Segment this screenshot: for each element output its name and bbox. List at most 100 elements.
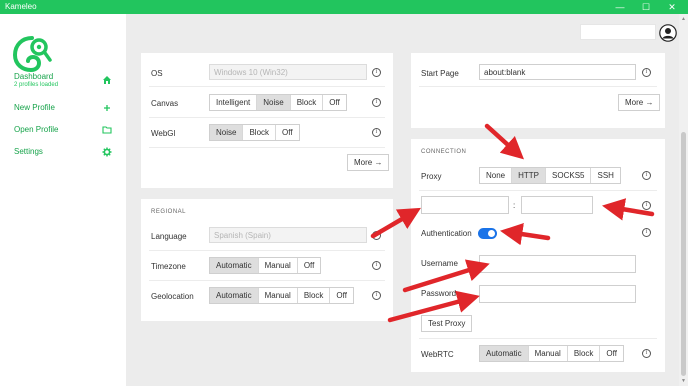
test-proxy-button[interactable]: Test Proxy — [421, 315, 473, 332]
info-icon[interactable]: i — [372, 128, 381, 137]
sidebar-item-dashboard[interactable]: Dashboard 2 profiles loaded — [0, 72, 126, 92]
scroll-down-icon[interactable]: ▼ — [680, 378, 687, 385]
authentication-label: Authentication — [421, 229, 472, 238]
divider — [149, 147, 385, 148]
sidebar: Dashboard 2 profiles loaded New Profile … — [0, 14, 126, 386]
sidebar-item-new-profile[interactable]: New Profile — [0, 103, 126, 123]
regional-section-title: REGIONAL — [151, 209, 187, 215]
username-label: Username — [421, 259, 458, 268]
info-icon[interactable]: i — [642, 228, 651, 237]
os-field: Windows 10 (Win32) — [209, 64, 367, 80]
more-label: More — [625, 98, 644, 107]
scroll-up-icon[interactable]: ▲ — [680, 16, 687, 23]
start-page-field[interactable]: about:blank — [479, 64, 636, 80]
proxy-option-none[interactable]: None — [480, 168, 513, 183]
profile-search-input[interactable] — [580, 24, 656, 40]
regional-card: REGIONAL Language Spanish (Spain) i Time… — [141, 199, 393, 321]
divider — [419, 338, 657, 339]
info-icon[interactable]: i — [372, 68, 381, 77]
info-icon[interactable]: i — [642, 171, 651, 180]
canvas-segmented-control: Intelligent Noise Block Off — [209, 94, 347, 111]
timezone-option-off[interactable]: Off — [298, 258, 321, 273]
profiles-count: 2 profiles loaded — [14, 82, 59, 88]
start-page-card: Start Page about:blank i More → — [411, 53, 665, 128]
webrtc-option-block[interactable]: Block — [568, 346, 601, 361]
language-label: Language — [151, 232, 187, 241]
timezone-option-manual[interactable]: Manual — [259, 258, 298, 273]
kameleo-logo-icon — [12, 36, 52, 73]
info-icon[interactable]: i — [642, 349, 651, 358]
user-avatar-icon[interactable] — [659, 24, 677, 42]
start-page-label: Start Page — [421, 69, 459, 78]
info-icon[interactable]: i — [372, 261, 381, 270]
window-title: Kameleo — [5, 2, 37, 11]
webgl-option-off[interactable]: Off — [276, 125, 299, 140]
proxy-option-http[interactable]: HTTP — [512, 168, 547, 183]
proxy-label: Proxy — [421, 172, 442, 181]
geolocation-option-block[interactable]: Block — [298, 288, 331, 303]
title-bar: Kameleo — ☐ ✕ — [0, 0, 688, 14]
scrollbar[interactable]: ▲ ▼ — [679, 14, 688, 386]
os-label: OS — [151, 69, 163, 78]
canvas-label: Canvas — [151, 99, 179, 108]
password-input[interactable] — [479, 285, 636, 303]
proxy-option-socks5[interactable]: SOCKS5 — [546, 168, 592, 183]
more-button[interactable]: More → — [347, 154, 390, 171]
proxy-segmented-control: None HTTP SOCKS5 SSH — [479, 167, 621, 184]
canvas-option-noise[interactable]: Noise — [257, 95, 291, 110]
info-icon[interactable]: i — [642, 68, 651, 77]
webrtc-label: WebRTC — [421, 350, 454, 359]
divider — [419, 86, 657, 87]
webrtc-option-manual[interactable]: Manual — [529, 346, 568, 361]
webrtc-option-off[interactable]: Off — [600, 346, 623, 361]
webgl-option-noise[interactable]: Noise — [210, 125, 244, 140]
divider — [149, 86, 385, 87]
more-button[interactable]: More → — [618, 94, 661, 111]
webrtc-option-automatic[interactable]: Automatic — [480, 346, 529, 361]
close-button[interactable]: ✕ — [664, 1, 680, 13]
canvas-option-intelligent[interactable]: Intelligent — [210, 95, 258, 110]
authentication-toggle[interactable] — [478, 228, 497, 239]
webrtc-segmented-control: Automatic Manual Block Off — [479, 345, 624, 362]
plus-icon — [104, 105, 110, 111]
username-input[interactable] — [479, 255, 636, 273]
webgl-segmented-control: Noise Block Off — [209, 124, 300, 141]
sidebar-item-label: New Profile — [14, 103, 55, 112]
geolocation-label: Geolocation — [151, 292, 194, 301]
webgl-option-block[interactable]: Block — [243, 125, 277, 140]
geolocation-option-automatic[interactable]: Automatic — [210, 288, 259, 303]
timezone-option-automatic[interactable]: Automatic — [210, 258, 259, 273]
info-icon[interactable]: i — [372, 231, 381, 240]
divider — [149, 250, 385, 251]
divider — [149, 280, 385, 281]
proxy-port-input[interactable] — [521, 196, 593, 214]
divider — [149, 117, 385, 118]
info-icon[interactable]: i — [372, 98, 381, 107]
password-label: Password — [421, 289, 457, 298]
home-icon — [103, 76, 111, 84]
sidebar-item-open-profile[interactable]: Open Profile — [0, 125, 126, 145]
timezone-label: Timezone — [151, 262, 186, 271]
sidebar-item-label: Open Profile — [14, 125, 59, 134]
canvas-option-off[interactable]: Off — [323, 95, 346, 110]
folder-icon — [102, 126, 112, 134]
maximize-button[interactable]: ☐ — [638, 1, 654, 13]
more-label: More — [354, 158, 373, 167]
webgl-label: WebGl — [151, 129, 176, 138]
gear-icon — [102, 147, 112, 157]
minimize-button[interactable]: — — [612, 1, 628, 13]
geolocation-option-manual[interactable]: Manual — [259, 288, 298, 303]
timezone-segmented-control: Automatic Manual Off — [209, 257, 322, 274]
proxy-host-input[interactable] — [421, 196, 509, 214]
info-icon[interactable]: i — [642, 201, 651, 210]
proxy-option-ssh[interactable]: SSH — [591, 168, 619, 183]
divider — [419, 190, 657, 191]
sidebar-item-settings[interactable]: Settings — [0, 147, 126, 167]
canvas-option-block[interactable]: Block — [291, 95, 324, 110]
geolocation-option-off[interactable]: Off — [330, 288, 353, 303]
connection-section-title: CONNECTION — [421, 149, 467, 155]
info-icon[interactable]: i — [372, 291, 381, 300]
scroll-thumb[interactable] — [681, 132, 686, 376]
connection-card: CONNECTION Proxy None HTTP SOCKS5 SSH i … — [411, 139, 665, 372]
language-field: Spanish (Spain) — [209, 227, 367, 243]
